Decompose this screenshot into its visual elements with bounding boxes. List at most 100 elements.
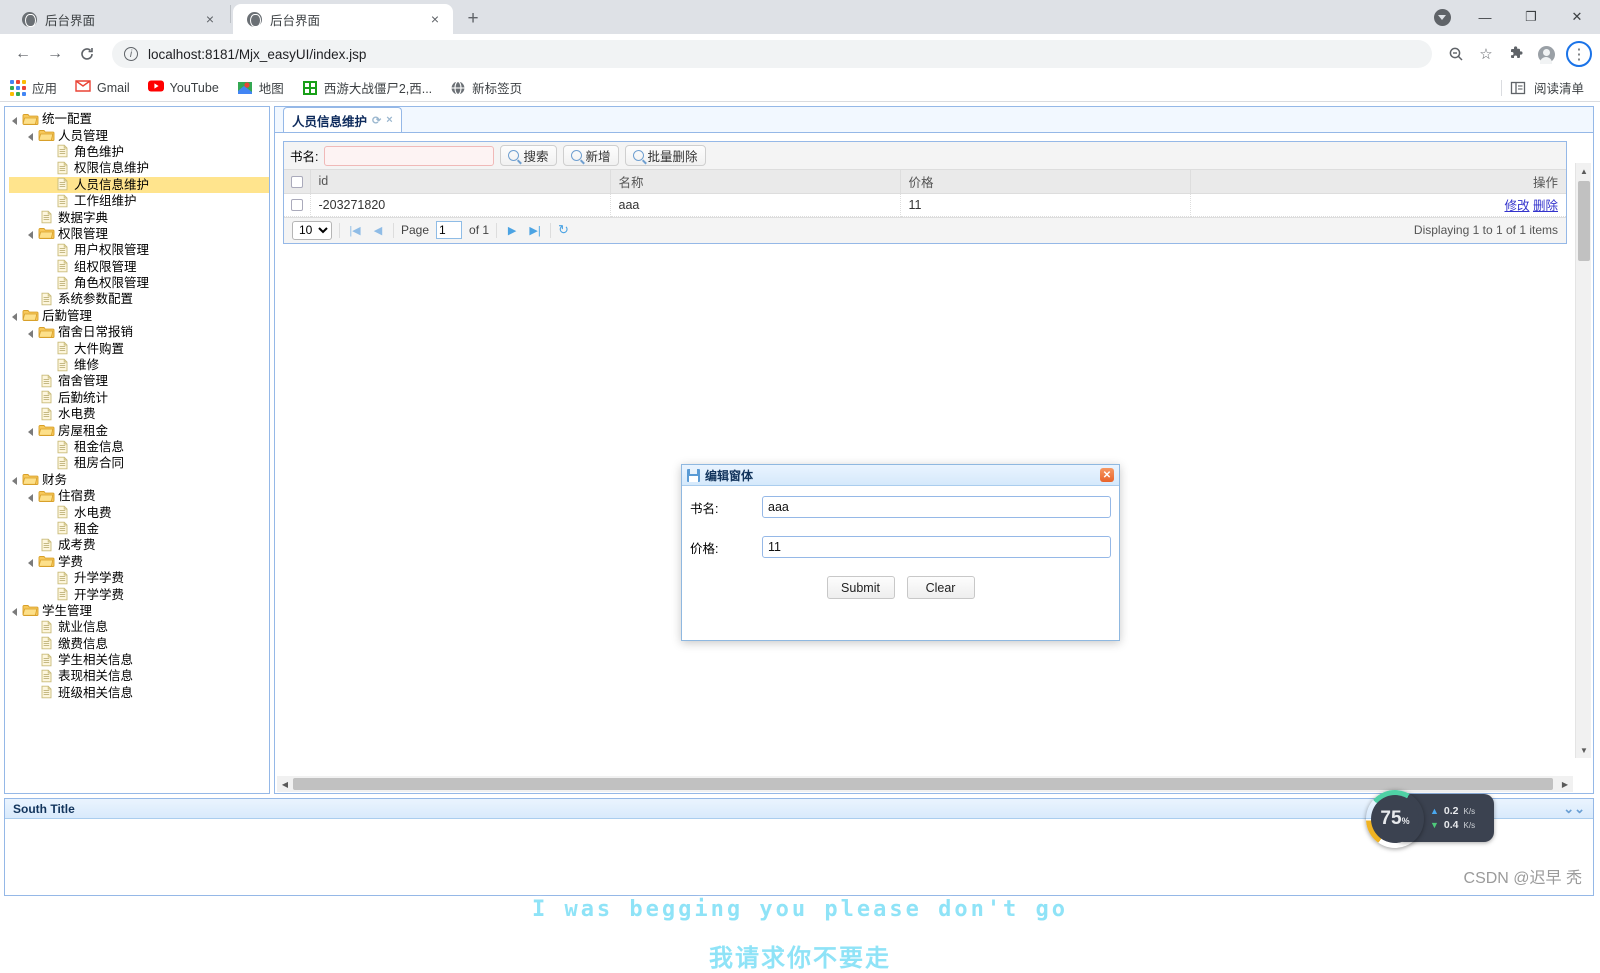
browser-update-icon[interactable] xyxy=(1422,0,1462,34)
sidebar-item-11[interactable]: 系统参数配置 xyxy=(9,291,269,307)
tree-expander-icon[interactable] xyxy=(25,129,38,142)
reading-list-label[interactable]: 阅读清单 xyxy=(1534,78,1584,97)
vertical-scrollbar[interactable]: ▲ ▼ xyxy=(1575,163,1591,758)
column-header-name[interactable]: 名称 xyxy=(610,170,901,194)
extensions-puzzle-icon[interactable] xyxy=(1502,40,1530,68)
sidebar-item-19[interactable]: 房屋租金 xyxy=(9,422,269,438)
browser-tab-2-close-icon[interactable]: × xyxy=(427,11,443,27)
tab-personnel-info-maintenance[interactable]: 人员信息维护 ⟳ × xyxy=(283,107,402,132)
bookmark-game[interactable]: 西游大战僵尸2,西... xyxy=(302,78,432,97)
sidebar-item-4[interactable]: 人员信息维护 xyxy=(9,176,269,193)
address-bar[interactable]: i localhost:8181/Mjx_easyUI/index.jsp xyxy=(112,40,1432,68)
sidebar-item-17[interactable]: 后勤统计 xyxy=(9,390,269,406)
reload-icon[interactable] xyxy=(72,39,102,69)
new-tab-button[interactable]: + xyxy=(459,5,487,33)
sidebar-item-23[interactable]: 住宿费 xyxy=(9,488,269,504)
tab-refresh-icon[interactable]: ⟳ xyxy=(372,114,381,127)
zoom-out-icon[interactable] xyxy=(1442,40,1470,68)
last-page-button[interactable]: ▶| xyxy=(527,224,543,237)
column-header-operation[interactable]: 操作 xyxy=(1190,170,1566,194)
sidebar-item-13[interactable]: 宿舍日常报销 xyxy=(9,324,269,340)
tree-expander-icon[interactable] xyxy=(25,555,38,568)
sidebar-item-20[interactable]: 租金信息 xyxy=(9,439,269,455)
tree-expander-icon[interactable] xyxy=(9,113,22,126)
first-page-button[interactable]: |◀ xyxy=(347,224,363,237)
search-button[interactable]: 搜索 xyxy=(500,145,557,166)
sidebar-item-26[interactable]: 成考费 xyxy=(9,537,269,553)
dialog-close-icon[interactable]: ✕ xyxy=(1100,468,1114,482)
refresh-icon[interactable]: ↻ xyxy=(558,222,569,238)
clear-button[interactable]: Clear xyxy=(906,576,975,599)
sidebar-item-27[interactable]: 学费 xyxy=(9,554,269,570)
reading-list-icon[interactable] xyxy=(1510,80,1526,96)
sidebar-item-31[interactable]: 就业信息 xyxy=(9,619,269,635)
add-button[interactable]: 新增 xyxy=(562,145,619,166)
sidebar-item-0[interactable]: 统一配置 xyxy=(9,111,269,127)
tree-expander-icon[interactable] xyxy=(25,227,38,240)
minimize-button[interactable]: — xyxy=(1462,0,1508,34)
sidebar-item-3[interactable]: 权限信息维护 xyxy=(9,160,269,176)
bookmark-apps[interactable]: 应用 xyxy=(10,78,57,97)
collapse-icon[interactable]: ⌄⌄ xyxy=(1563,801,1585,817)
search-input[interactable] xyxy=(324,145,495,166)
column-header-price[interactable]: 价格 xyxy=(900,170,1191,194)
next-page-button[interactable]: ▶ xyxy=(504,224,520,237)
sidebar-item-24[interactable]: 水电费 xyxy=(9,504,269,520)
sidebar-item-29[interactable]: 开学学费 xyxy=(9,586,269,602)
site-info-icon[interactable]: i xyxy=(124,47,138,61)
sidebar-item-8[interactable]: 用户权限管理 xyxy=(9,242,269,258)
vertical-scroll-thumb[interactable] xyxy=(1578,181,1590,261)
bookmark-star-icon[interactable]: ☆ xyxy=(1472,40,1500,68)
scroll-left-arrow-icon[interactable]: ◀ xyxy=(277,776,293,792)
submit-button[interactable]: Submit xyxy=(826,576,895,599)
horizontal-scroll-thumb[interactable] xyxy=(293,778,1553,790)
row-select-cell[interactable] xyxy=(284,193,311,217)
tree-expander-icon[interactable] xyxy=(25,490,38,503)
sidebar-item-5[interactable]: 工作组维护 xyxy=(9,193,269,209)
close-window-button[interactable]: ✕ xyxy=(1554,0,1600,34)
sidebar-item-2[interactable]: 角色维护 xyxy=(9,144,269,160)
delete-link[interactable]: 删除 xyxy=(1533,199,1558,213)
sidebar-item-28[interactable]: 升学学费 xyxy=(9,570,269,586)
scroll-up-arrow-icon[interactable]: ▲ xyxy=(1576,163,1592,179)
table-row[interactable]: -203271820 aaa 11 修改 删除 xyxy=(284,193,1566,217)
sidebar-item-25[interactable]: 租金 xyxy=(9,521,269,537)
tree-expander-icon[interactable] xyxy=(9,309,22,322)
profile-avatar-icon[interactable] xyxy=(1532,40,1560,68)
sidebar-item-18[interactable]: 水电费 xyxy=(9,406,269,422)
page-size-select[interactable]: 10 xyxy=(292,220,332,240)
maximize-button[interactable]: ❐ xyxy=(1508,0,1554,34)
sidebar-item-10[interactable]: 角色权限管理 xyxy=(9,275,269,291)
network-speed-widget[interactable]: ▲ 0.2 K/s ▼ 0.4 K/s 75% xyxy=(1366,790,1494,848)
batch-delete-button[interactable]: 批量删除 xyxy=(624,145,706,166)
sidebar-item-34[interactable]: 表现相关信息 xyxy=(9,668,269,684)
select-all-header[interactable] xyxy=(284,170,311,194)
tree-expander-icon[interactable] xyxy=(25,424,38,437)
sidebar-item-12[interactable]: 后勤管理 xyxy=(9,308,269,324)
sidebar-item-33[interactable]: 学生相关信息 xyxy=(9,652,269,668)
sidebar-item-22[interactable]: 财务 xyxy=(9,472,269,488)
sidebar-item-30[interactable]: 学生管理 xyxy=(9,603,269,619)
tree-expander-icon[interactable] xyxy=(25,326,38,339)
sidebar-item-35[interactable]: 班级相关信息 xyxy=(9,685,269,701)
sidebar-item-1[interactable]: 人员管理 xyxy=(9,127,269,143)
sidebar-item-6[interactable]: 数据字典 xyxy=(9,209,269,225)
browser-tab-2[interactable]: 后台界面 × xyxy=(233,4,453,34)
scroll-down-arrow-icon[interactable]: ▼ xyxy=(1576,742,1592,758)
sidebar-item-14[interactable]: 大件购置 xyxy=(9,340,269,356)
browser-tab-1-close-icon[interactable]: × xyxy=(202,11,218,27)
bookmark-youtube[interactable]: YouTube xyxy=(147,80,219,96)
sidebar-item-32[interactable]: 缴费信息 xyxy=(9,636,269,652)
select-all-checkbox[interactable] xyxy=(290,175,303,188)
row-checkbox[interactable] xyxy=(290,199,303,212)
page-number-input[interactable] xyxy=(436,221,463,239)
book-name-input[interactable] xyxy=(762,496,1111,518)
browser-menu-icon[interactable]: ⋮ xyxy=(1566,41,1592,67)
column-header-id[interactable]: id xyxy=(310,170,611,194)
bookmark-maps[interactable]: 地图 xyxy=(237,78,284,97)
browser-tab-1[interactable]: 后台界面 × xyxy=(8,4,228,34)
sidebar-item-9[interactable]: 组权限管理 xyxy=(9,259,269,275)
tree-expander-icon[interactable] xyxy=(9,604,22,617)
scroll-right-arrow-icon[interactable]: ▶ xyxy=(1557,776,1573,792)
back-button[interactable]: ← xyxy=(8,39,38,69)
